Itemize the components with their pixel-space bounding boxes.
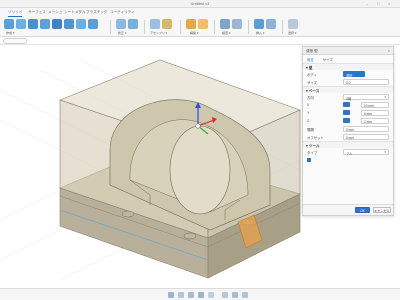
group-create[interactable]: 作成 ▾ — [6, 31, 14, 35]
x-input[interactable]: 10 mm — [361, 102, 389, 108]
sketch-icon[interactable] — [16, 19, 26, 29]
joint-icon[interactable] — [150, 19, 160, 29]
type-dropdown[interactable]: フル ▾ — [343, 149, 389, 156]
close-button[interactable]: × — [388, 1, 390, 6]
pattern-icon[interactable] — [76, 19, 86, 29]
fillet-icon[interactable] — [128, 19, 138, 29]
zoom-icon[interactable] — [198, 292, 204, 298]
offset-input[interactable]: 0 mm — [343, 134, 389, 140]
offset-plane-icon[interactable] — [186, 19, 196, 29]
row-z: Z 2 mm — [303, 117, 393, 125]
tab-settings[interactable]: 設定 — [307, 58, 314, 62]
tab-utility[interactable]: ユーティリティ — [110, 10, 135, 15]
display-settings-icon[interactable] — [222, 292, 228, 298]
size-input[interactable]: 0.0 — [343, 79, 389, 85]
group-insert[interactable]: 挿入 ▾ — [256, 31, 264, 35]
new-component-icon[interactable] — [4, 19, 14, 29]
y-toggle[interactable] — [343, 110, 350, 115]
group-assembly[interactable]: アセンブリ ▾ — [150, 31, 167, 35]
dialog-footer: OK キャンセル — [303, 204, 393, 215]
x-toggle[interactable] — [343, 102, 350, 107]
section-mold[interactable]: ▾ 型 — [303, 63, 393, 70]
toolbar: 作成 ▾ 修正 ▾ アセンブリ ▾ 構築 ▾ 検査 ▾ 挿入 ▾ 選択 ▾ — [0, 17, 400, 37]
tab-plastic[interactable]: プラスチック — [86, 10, 108, 15]
toolbar-divider — [282, 20, 283, 34]
toolbar-divider — [180, 20, 181, 34]
dialog-header: 成形 型 × — [303, 47, 393, 55]
as-built-joint-icon[interactable] — [162, 19, 172, 29]
pan-icon[interactable] — [188, 292, 194, 298]
row-body: ボディ 選択 — [303, 70, 393, 78]
browser-bar — [0, 37, 400, 45]
row-preview — [303, 156, 393, 164]
viewports-icon[interactable] — [242, 292, 248, 298]
decal-icon[interactable] — [266, 19, 276, 29]
form-icon[interactable] — [88, 19, 98, 29]
y-input[interactable]: 5 mm — [361, 110, 389, 116]
select-icon[interactable] — [288, 19, 298, 29]
gap-input[interactable]: 0 mm — [343, 126, 389, 132]
row-offset: オフセット 0 mm — [303, 133, 393, 141]
look-at-icon[interactable] — [178, 292, 184, 298]
z-input[interactable]: 2 mm — [361, 118, 389, 124]
mold-dialog: 成形 型 × 設定 サイズ ▾ 型 ボディ 選択 サイズ 0.0 ▾ ベース 方… — [302, 46, 394, 216]
row-direction: 方向 Z軸 ▾ — [303, 93, 393, 101]
tab-surface[interactable]: サーフェス — [28, 10, 46, 15]
row-y: Y 5 mm — [303, 109, 393, 117]
cancel-button[interactable]: キャンセル — [373, 207, 391, 213]
axis-icon[interactable] — [198, 19, 208, 29]
chevron-down-icon: ▾ — [384, 150, 386, 154]
tab-sheetmetal[interactable]: シートメタル — [64, 10, 86, 15]
group-modify[interactable]: 修正 ▾ — [118, 31, 126, 35]
hole-icon[interactable] — [52, 19, 62, 29]
navigation-bar — [0, 288, 400, 300]
ok-button[interactable]: OK — [355, 207, 370, 213]
row-gap: 間隔 0 mm — [303, 125, 393, 133]
interference-icon[interactable] — [232, 19, 242, 29]
toolbar-divider — [144, 20, 145, 34]
press-pull-icon[interactable] — [116, 19, 126, 29]
orbit-icon[interactable] — [168, 292, 174, 298]
minimize-button[interactable]: – — [366, 1, 368, 6]
ribbon-tabs: ソリッド サーフェス メッシュ シートメタル プラスチック ユーティリティ — [0, 8, 400, 17]
insert-mesh-icon[interactable] — [254, 19, 264, 29]
group-construct[interactable]: 構築 ▾ — [190, 31, 198, 35]
z-toggle[interactable] — [343, 118, 350, 123]
group-inspect[interactable]: 検査 ▾ — [222, 31, 230, 35]
group-select[interactable]: 選択 ▾ — [288, 31, 296, 35]
window-title: Untitled v1 — [190, 1, 210, 6]
revolve-icon[interactable] — [40, 19, 50, 29]
toolbar-divider — [110, 20, 111, 34]
row-size: サイズ 0.0 — [303, 78, 393, 86]
dialog-tabs: 設定 サイズ — [303, 55, 393, 63]
body-select-button[interactable]: 選択 — [343, 71, 365, 78]
title-bar: Untitled v1 – □ × — [0, 0, 400, 8]
dialog-title: 成形 型 — [306, 49, 318, 53]
section-tool[interactable]: ▾ ツール — [303, 141, 393, 148]
browser-toggle[interactable] — [3, 38, 27, 44]
direction-dropdown[interactable]: Z軸 ▾ — [343, 94, 389, 101]
fit-icon[interactable] — [208, 292, 214, 298]
tab-mesh[interactable]: メッシュ — [48, 10, 62, 15]
toolbar-divider — [214, 20, 215, 34]
tab-size[interactable]: サイズ — [323, 58, 333, 62]
grid-settings-icon[interactable] — [232, 292, 238, 298]
row-type: タイプ フル ▾ — [303, 148, 393, 156]
preview-checkbox[interactable] — [307, 158, 311, 162]
dialog-close-icon[interactable]: × — [388, 48, 390, 53]
row-x: X 10 mm — [303, 101, 393, 109]
toolbar-divider — [248, 20, 249, 34]
measure-icon[interactable] — [220, 19, 230, 29]
section-base[interactable]: ▾ ベース — [303, 86, 393, 93]
extrude-icon[interactable] — [28, 19, 38, 29]
chevron-down-icon: ▾ — [384, 95, 386, 99]
box-icon[interactable] — [64, 19, 74, 29]
maximize-button[interactable]: □ — [377, 1, 379, 6]
tab-solid[interactable]: ソリッド — [8, 10, 23, 17]
